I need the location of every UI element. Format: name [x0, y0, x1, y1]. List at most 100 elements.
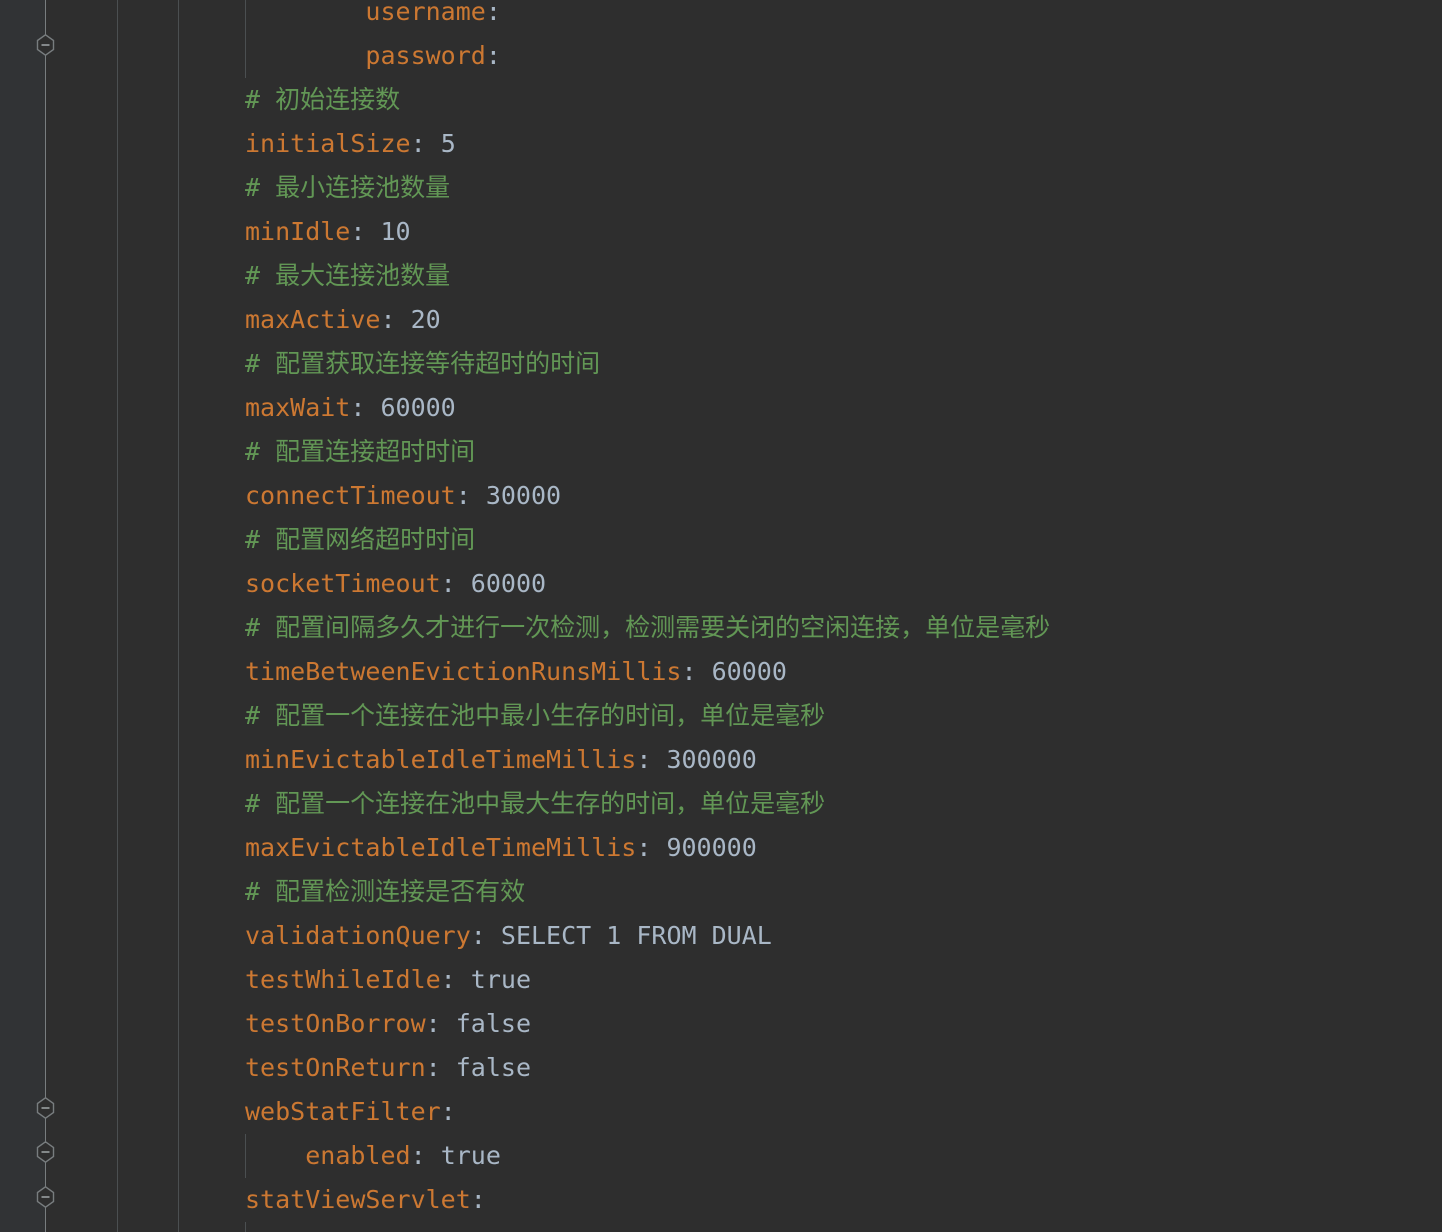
- code-line[interactable]: statViewServlet:: [179, 1178, 1442, 1222]
- yaml-key: statViewServlet: [245, 1185, 471, 1214]
- yaml-key: initialSize: [245, 129, 411, 158]
- yaml-colon: :: [455, 481, 471, 510]
- yaml-colon: :: [440, 1097, 456, 1126]
- code-line[interactable]: password:: [179, 34, 1442, 78]
- yaml-key: minEvictableIdleTimeMillis: [245, 745, 637, 774]
- code-comment: # 配置检测连接是否有效: [245, 877, 526, 906]
- yaml-colon: :: [485, 41, 501, 70]
- yaml-colon: :: [380, 305, 396, 334]
- fold-spine: [45, 0, 46, 1232]
- code-line[interactable]: initialSize: 5: [179, 122, 1442, 166]
- code-text-area[interactable]: username: password: # 初始连接数 initialSize: 5…: [179, 0, 1442, 1232]
- yaml-colon: :: [470, 921, 486, 950]
- code-editor[interactable]: username: password: # 初始连接数 initialSize: 5…: [0, 0, 1442, 1232]
- yaml-colon: :: [485, 0, 501, 26]
- code-line[interactable]: minEvictableIdleTimeMillis: 300000: [179, 738, 1442, 782]
- code-line[interactable]: username:: [179, 0, 1442, 34]
- code-line[interactable]: enabled: true: [179, 1222, 1442, 1232]
- yaml-value: 30000: [470, 481, 562, 510]
- fold-marker-collapse-icon[interactable]: [36, 34, 55, 56]
- yaml-colon: :: [681, 657, 697, 686]
- code-line[interactable]: testOnBorrow: false: [179, 1002, 1442, 1046]
- yaml-colon: :: [636, 745, 652, 774]
- code-line[interactable]: minIdle: 10: [179, 210, 1442, 254]
- yaml-value: true: [455, 965, 531, 994]
- yaml-value: true: [425, 1141, 501, 1170]
- code-comment: # 配置一个连接在池中最大生存的时间，单位是毫秒: [245, 789, 826, 818]
- yaml-value: 60000: [455, 569, 547, 598]
- code-comment: # 初始连接数: [245, 85, 401, 114]
- yaml-key: username: [365, 0, 486, 26]
- yaml-colon: :: [425, 1053, 441, 1082]
- code-line[interactable]: maxActive: 20: [179, 298, 1442, 342]
- code-line[interactable]: validationQuery: SELECT 1 FROM DUAL: [179, 914, 1442, 958]
- yaml-colon: :: [636, 833, 652, 862]
- code-line[interactable]: # 配置间隔多久才进行一次检测，检测需要关闭的空闲连接，单位是毫秒: [179, 606, 1442, 650]
- gutter-divider-2: [117, 0, 118, 1232]
- code-comment: # 配置间隔多久才进行一次检测，检测需要关闭的空闲连接，单位是毫秒: [245, 613, 1051, 642]
- yaml-colon: :: [410, 1141, 426, 1170]
- yaml-value: 900000: [651, 833, 757, 862]
- code-line[interactable]: socketTimeout: 60000: [179, 562, 1442, 606]
- yaml-colon: :: [425, 1009, 441, 1038]
- code-comment: # 最小连接池数量: [245, 173, 451, 202]
- code-line[interactable]: connectTimeout: 30000: [179, 474, 1442, 518]
- fold-marker-collapse-icon[interactable]: [36, 1097, 55, 1119]
- yaml-key: socketTimeout: [245, 569, 441, 598]
- yaml-value: 60000: [696, 657, 787, 686]
- code-line[interactable]: # 配置检测连接是否有效: [179, 870, 1442, 914]
- code-line[interactable]: webStatFilter:: [179, 1090, 1442, 1134]
- yaml-key: enabled: [305, 1141, 411, 1170]
- code-line[interactable]: # 配置一个连接在池中最小生存的时间，单位是毫秒: [179, 694, 1442, 738]
- code-line[interactable]: timeBetweenEvictionRunsMillis: 60000: [179, 650, 1442, 694]
- fold-marker-collapse-icon[interactable]: [36, 1186, 55, 1208]
- yaml-value: false: [440, 1053, 531, 1082]
- code-comment: # 配置网络超时时间: [245, 525, 476, 554]
- yaml-value: 10: [365, 217, 411, 246]
- fold-marker-collapse-icon[interactable]: [36, 1141, 55, 1163]
- code-line[interactable]: # 配置网络超时时间: [179, 518, 1442, 562]
- yaml-key: maxWait: [245, 393, 351, 422]
- yaml-key: webStatFilter: [245, 1097, 441, 1126]
- yaml-key: maxEvictableIdleTimeMillis: [245, 833, 637, 862]
- yaml-key: password: [365, 41, 486, 70]
- yaml-value: false: [440, 1009, 531, 1038]
- yaml-key: timeBetweenEvictionRunsMillis: [245, 657, 682, 686]
- yaml-value: 20: [395, 305, 441, 334]
- code-line[interactable]: maxWait: 60000: [179, 386, 1442, 430]
- yaml-value: SELECT 1 FROM DUAL: [485, 921, 772, 950]
- code-line[interactable]: # 配置连接超时时间: [179, 430, 1442, 474]
- code-line[interactable]: # 最小连接池数量: [179, 166, 1442, 210]
- yaml-colon: :: [440, 965, 456, 994]
- yaml-colon: :: [350, 393, 366, 422]
- code-comment: # 配置连接超时时间: [245, 437, 476, 466]
- yaml-value: 5: [425, 129, 456, 158]
- yaml-key: testOnBorrow: [245, 1009, 426, 1038]
- yaml-colon: :: [470, 1185, 486, 1214]
- yaml-colon: :: [440, 569, 456, 598]
- code-line[interactable]: # 最大连接池数量: [179, 254, 1442, 298]
- code-line[interactable]: maxEvictableIdleTimeMillis: 900000: [179, 826, 1442, 870]
- code-comment: # 最大连接池数量: [245, 261, 451, 290]
- code-comment: # 配置获取连接等待超时的时间: [245, 349, 601, 378]
- code-comment: # 配置一个连接在池中最小生存的时间，单位是毫秒: [245, 701, 826, 730]
- code-line-list: username: password: # 初始连接数 initialSize: 5…: [179, 0, 1442, 1232]
- yaml-key: testWhileIdle: [245, 965, 441, 994]
- code-line[interactable]: # 配置获取连接等待超时的时间: [179, 342, 1442, 386]
- yaml-key: connectTimeout: [245, 481, 456, 510]
- code-line[interactable]: # 初始连接数: [179, 78, 1442, 122]
- code-line[interactable]: enabled: true: [179, 1134, 1442, 1178]
- code-line[interactable]: testWhileIdle: true: [179, 958, 1442, 1002]
- code-line[interactable]: testOnReturn: false: [179, 1046, 1442, 1090]
- yaml-key: maxActive: [245, 305, 381, 334]
- yaml-key: validationQuery: [245, 921, 471, 950]
- yaml-key: testOnReturn: [245, 1053, 426, 1082]
- yaml-colon: :: [410, 129, 426, 158]
- code-line[interactable]: # 配置一个连接在池中最大生存的时间，单位是毫秒: [179, 782, 1442, 826]
- yaml-value: 60000: [365, 393, 456, 422]
- editor-left-strip: [0, 0, 46, 1232]
- fold-gutter[interactable]: [46, 0, 118, 1232]
